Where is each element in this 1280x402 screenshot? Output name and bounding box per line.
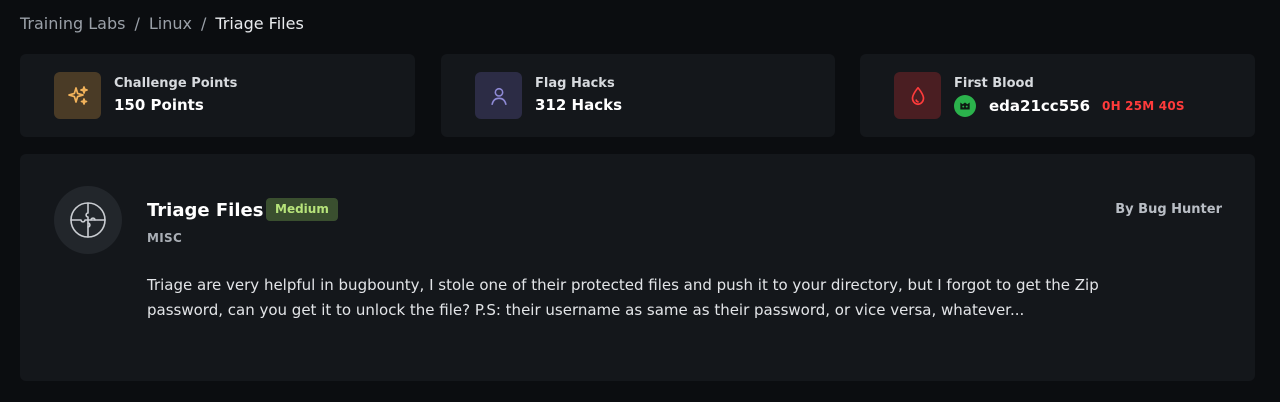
challenge-title: Triage Files xyxy=(147,200,264,221)
flag-hacks-card: Flag Hacks 312 Hacks xyxy=(441,54,835,137)
first-blood-user[interactable]: eda21cc556 xyxy=(989,97,1090,115)
first-blood-card: First Blood eda21cc556 0H 25M 40S xyxy=(860,54,1255,137)
breadcrumb: Training Labs / Linux / Triage Files xyxy=(20,13,304,35)
breadcrumb-separator: / xyxy=(200,14,207,33)
challenge-panel: Triage Files Medium MISC By Bug Hunter T… xyxy=(20,154,1255,381)
flag-hacks-label: Flag Hacks xyxy=(535,76,615,91)
challenge-description: Triage are very helpful in bugbounty, I … xyxy=(147,276,1099,319)
breadcrumb-separator: / xyxy=(134,14,140,33)
difficulty-badge: Medium xyxy=(266,198,338,221)
challenge-page: Training Labs / Linux / Triage Files Cha… xyxy=(0,0,1280,402)
challenge-points-value: 150 Points xyxy=(114,96,204,114)
breadcrumb-current: Triage Files xyxy=(215,14,304,33)
user-icon xyxy=(475,72,522,119)
first-blood-time: 0H 25M 40S xyxy=(1102,98,1185,113)
challenge-category: MISC xyxy=(147,231,183,245)
puzzle-icon xyxy=(54,186,122,254)
sparkles-icon xyxy=(54,72,101,119)
blood-drop-icon xyxy=(894,72,941,119)
breadcrumb-training-labs[interactable]: Training Labs xyxy=(20,13,125,35)
flag-hacks-value: 312 Hacks xyxy=(535,96,623,114)
first-blood-label: First Blood xyxy=(954,75,1034,91)
challenge-points-card: Challenge Points 150 Points xyxy=(20,54,415,137)
avatar[interactable] xyxy=(954,94,976,117)
breadcrumb-linux[interactable]: Linux xyxy=(149,13,192,35)
challenge-points-label: Challenge Points xyxy=(114,76,238,91)
challenge-author: By Bug Hunter xyxy=(1115,202,1222,217)
